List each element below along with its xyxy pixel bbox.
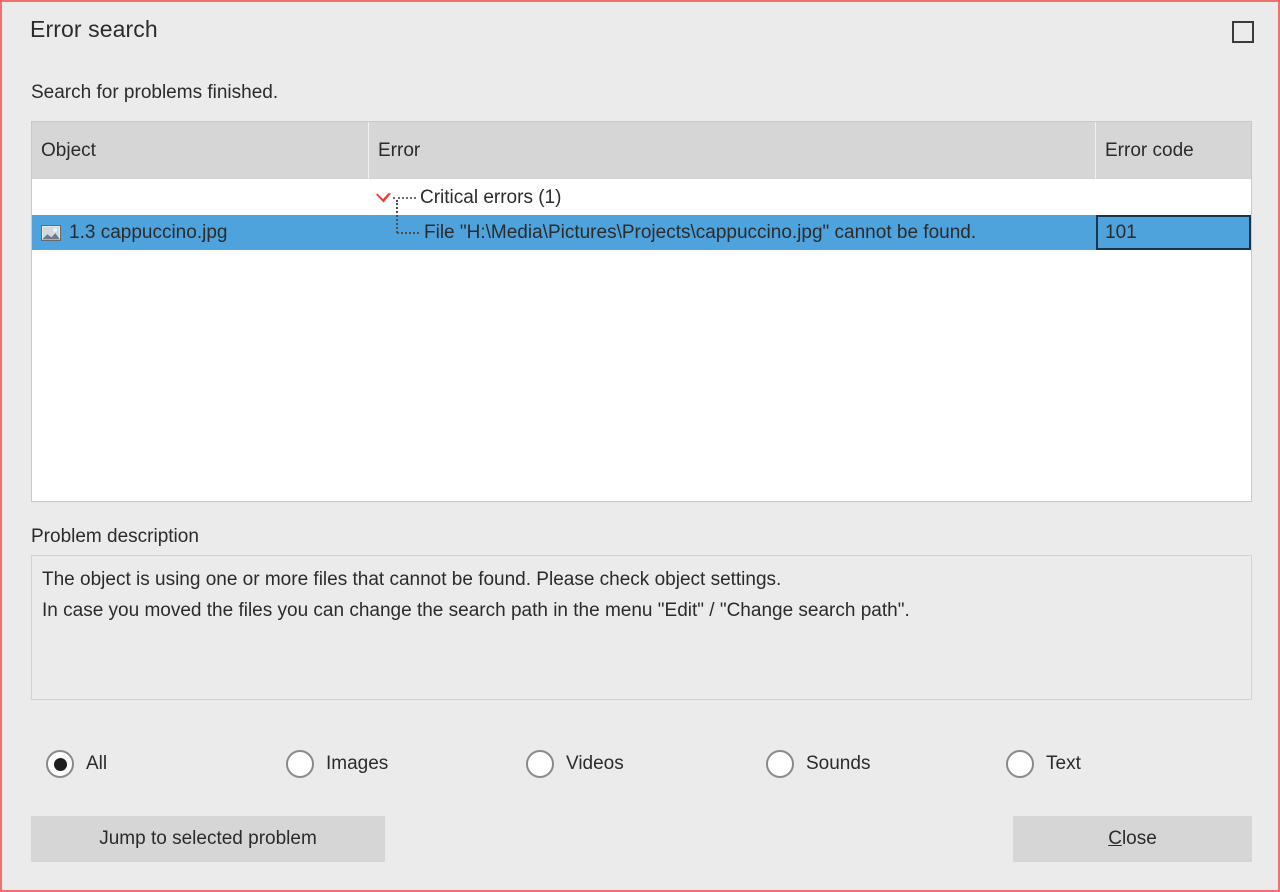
row-object-name: 1.3 cappuccino.jpg — [69, 222, 227, 244]
problem-description-line-1: The object is using one or more files th… — [42, 564, 1241, 595]
problem-description-line-2: In case you moved the files you can chan… — [42, 595, 1241, 626]
close-button-label-rest: lose — [1122, 828, 1157, 850]
column-header-error-code[interactable]: Error code — [1096, 122, 1251, 179]
maximize-square-icon[interactable] — [1232, 21, 1254, 43]
radio-videos-indicator[interactable] — [526, 750, 554, 778]
radio-all-indicator[interactable] — [46, 750, 74, 778]
tree-group-label: Critical errors (1) — [420, 187, 561, 209]
radio-images-label: Images — [326, 753, 388, 775]
radio-sounds[interactable]: Sounds — [766, 750, 870, 778]
radio-sounds-indicator[interactable] — [766, 750, 794, 778]
radio-videos-label: Videos — [566, 753, 624, 775]
tree-elbow-connector — [396, 216, 424, 250]
error-search-dialog: Error search Search for problems finishe… — [0, 0, 1280, 892]
title-bar: Error search — [2, 2, 1278, 64]
tree-group-error-cell: Critical errors (1) — [369, 180, 1096, 215]
tree-dotted-connector — [393, 197, 416, 199]
radio-images-indicator[interactable] — [286, 750, 314, 778]
error-tree: Object Error Error code Critical errors … — [31, 121, 1252, 502]
radio-sounds-label: Sounds — [806, 753, 870, 775]
tree-header: Object Error Error code — [32, 122, 1251, 180]
row-error-text: File "H:\Media\Pictures\Projects\cappucc… — [424, 222, 976, 244]
image-file-icon — [41, 225, 61, 241]
problem-description-box: The object is using one or more files th… — [31, 555, 1252, 700]
tree-group-code-cell — [1096, 180, 1251, 215]
row-error-code-cell[interactable]: 101 — [1096, 215, 1251, 250]
window-title: Error search — [30, 16, 158, 43]
filter-radio-group: All Images Videos Sounds Text — [31, 750, 1252, 790]
radio-text[interactable]: Text — [1006, 750, 1081, 778]
column-header-object[interactable]: Object — [32, 122, 369, 179]
radio-text-label: Text — [1046, 753, 1081, 775]
status-text: Search for problems finished. — [31, 82, 278, 104]
table-row[interactable]: 1.3 cappuccino.jpg File "H:\Media\Pictur… — [32, 215, 1251, 250]
radio-all-label: All — [86, 753, 107, 775]
row-object-cell[interactable]: 1.3 cappuccino.jpg — [32, 215, 369, 250]
tree-group-object-cell — [32, 180, 369, 215]
row-error-code: 101 — [1105, 222, 1137, 244]
radio-all[interactable]: All — [46, 750, 107, 778]
row-error-cell[interactable]: File "H:\Media\Pictures\Projects\cappucc… — [369, 215, 1096, 250]
radio-images[interactable]: Images — [286, 750, 388, 778]
chevron-down-icon[interactable] — [375, 191, 392, 205]
column-header-error[interactable]: Error — [369, 122, 1096, 179]
problem-description-label: Problem description — [31, 526, 199, 548]
close-button[interactable]: Close — [1013, 816, 1252, 862]
jump-to-selected-problem-button[interactable]: Jump to selected problem — [31, 816, 385, 862]
close-button-accel: C — [1108, 828, 1122, 850]
tree-group-row[interactable]: Critical errors (1) — [32, 180, 1251, 215]
radio-videos[interactable]: Videos — [526, 750, 624, 778]
radio-text-indicator[interactable] — [1006, 750, 1034, 778]
